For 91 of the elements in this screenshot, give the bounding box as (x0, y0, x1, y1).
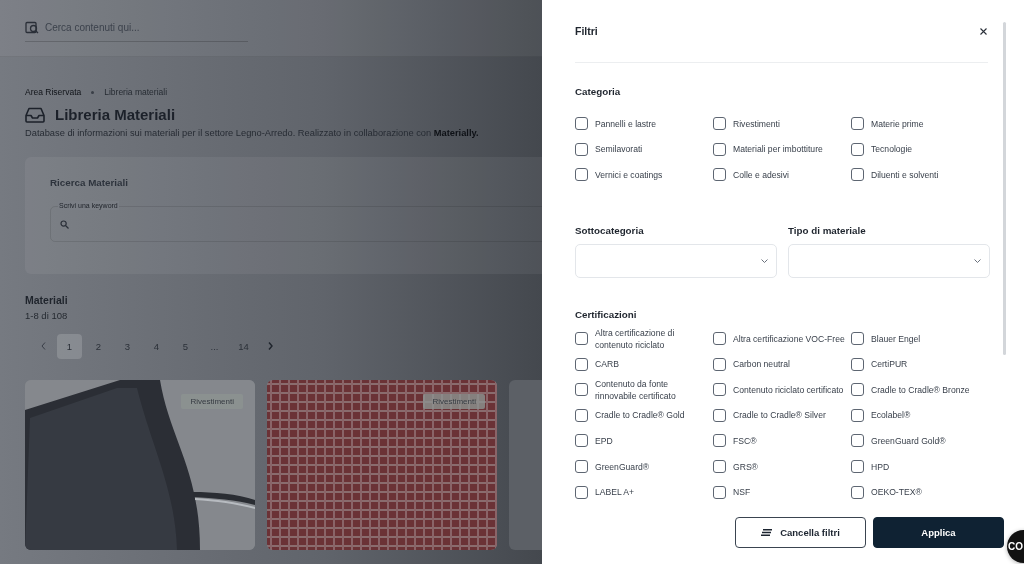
checkbox[interactable] (713, 117, 726, 131)
checkbox-label[interactable]: Tecnologie (871, 143, 913, 156)
checkbox-label[interactable]: GreenGuard® (595, 460, 650, 473)
checkbox-label[interactable]: Vernici e coatings (595, 169, 663, 181)
page-button[interactable]: 1 (57, 334, 82, 359)
checkbox[interactable] (575, 434, 588, 448)
apply-button[interactable]: Applica (873, 516, 1004, 548)
checkbox[interactable] (713, 168, 726, 182)
checkbox-label[interactable]: Diluenti e solventi (871, 169, 939, 181)
checkbox[interactable] (851, 357, 864, 371)
checkbox[interactable] (713, 408, 726, 422)
card-title: Ricerca Materiali (50, 177, 129, 188)
result-count: 1-8 di 108 (25, 310, 69, 321)
checkbox-label[interactable]: Materiali per imbottiture (733, 143, 823, 156)
dropdown-field[interactable] (788, 243, 990, 278)
checkbox[interactable] (713, 142, 726, 156)
checkbox[interactable] (713, 357, 726, 371)
checkbox[interactable] (575, 142, 588, 156)
checkbox[interactable] (851, 408, 864, 422)
category-badge: Rivestimenti (181, 394, 243, 409)
checkbox-label[interactable]: Cradle to Cradle® Gold (595, 409, 685, 422)
checkbox[interactable] (851, 434, 864, 448)
checkbox[interactable] (851, 142, 864, 156)
breadcrumb-link[interactable]: Area Riservata (25, 87, 82, 97)
checkbox-label[interactable]: Contenuto da fonte rinnovabile certificato (595, 377, 707, 402)
checkbox-label[interactable]: NSF (733, 486, 751, 499)
section-title: Materiali (25, 294, 69, 306)
checkbox[interactable] (851, 168, 864, 182)
checkbox[interactable] (575, 485, 588, 499)
checkbox-label[interactable]: Pannelli e lastre (595, 117, 657, 130)
checkbox-label[interactable]: GRS® (733, 460, 758, 473)
checkbox-label[interactable]: Colle e adesivi (733, 169, 789, 181)
checkbox-label[interactable]: EPD (595, 434, 613, 447)
checkbox-label[interactable]: Rivestimenti (733, 117, 780, 130)
chevron-left-icon (40, 342, 46, 350)
page-title: Libreria Materiali (55, 106, 176, 123)
material-card[interactable]: Rivestimenti (25, 380, 255, 550)
field-label: Sottocategoria (575, 224, 645, 236)
panel-title: Filtri (575, 25, 598, 37)
checkbox-label[interactable]: Materie prime (871, 117, 924, 130)
checkbox[interactable] (575, 408, 588, 422)
checkbox[interactable] (575, 117, 588, 131)
checkbox-label[interactable]: OEKO-TEX® (871, 486, 922, 499)
chat-button[interactable]: CO (1007, 530, 1024, 563)
lines-icon (761, 528, 773, 536)
breadcrumb-separator (91, 90, 95, 94)
close-icon (979, 27, 987, 35)
checkbox[interactable] (713, 460, 726, 474)
checkbox[interactable] (713, 485, 726, 499)
checkbox[interactable] (575, 357, 588, 371)
checkbox[interactable] (851, 383, 864, 397)
checkbox-label[interactable]: FSC® (733, 434, 757, 447)
chevron-down-icon (761, 258, 768, 263)
chevron-down-icon (974, 258, 981, 263)
search-icon (60, 219, 69, 229)
dropdown-field[interactable] (575, 243, 777, 278)
checkbox-label[interactable]: CARB (595, 358, 619, 371)
checkbox-label[interactable]: Contenuto riciclato certificato (733, 383, 844, 396)
checkbox[interactable] (575, 383, 588, 397)
checkbox-label[interactable]: Altra certificazione di contenuto riciclato (595, 326, 707, 351)
checkbox[interactable] (575, 168, 588, 182)
checkbox[interactable] (575, 460, 588, 474)
checkbox[interactable] (851, 485, 864, 499)
section-heading: Certificazioni (575, 308, 638, 320)
field-label: Tipo di materiale (788, 224, 867, 236)
checkbox-label[interactable]: Blauer Engel (871, 332, 921, 345)
checkbox-label[interactable]: GreenGuard Gold® (871, 434, 946, 447)
checkbox[interactable] (713, 332, 726, 346)
checkbox[interactable] (851, 460, 864, 474)
section-heading: Categoria (575, 86, 622, 97)
checkbox[interactable] (713, 434, 726, 448)
checkbox-label[interactable]: HPD (871, 460, 890, 473)
checkbox[interactable] (851, 332, 864, 346)
checkbox-label[interactable]: Cradle to Cradle® Bronze (871, 383, 970, 396)
checkbox-label[interactable]: Ecolabel® (871, 409, 911, 422)
checkbox-label[interactable]: CertiPUR (871, 358, 908, 371)
clear-filters-button[interactable]: Cancella filtri (735, 516, 866, 548)
checkbox-label[interactable]: Cradle to Cradle® Silver (733, 409, 826, 422)
checkbox-label[interactable]: Altra certificazione VOC-Free (733, 332, 845, 345)
checkbox[interactable] (575, 332, 588, 346)
search-icon (25, 20, 39, 35)
checkbox-label[interactable]: Carbon neutral (733, 358, 790, 371)
checkbox-label[interactable]: LABEL A+ (595, 486, 635, 499)
close-button[interactable] (978, 26, 988, 36)
inbox-icon (25, 106, 45, 123)
checkbox[interactable] (851, 117, 864, 131)
checkbox[interactable] (713, 383, 726, 397)
checkbox-label[interactable]: Semilavorati (595, 143, 643, 156)
category-badge: Rivestimenti (423, 394, 485, 409)
scrollbar-thumb[interactable] (1003, 22, 1006, 355)
chevron-right-icon (267, 342, 273, 350)
